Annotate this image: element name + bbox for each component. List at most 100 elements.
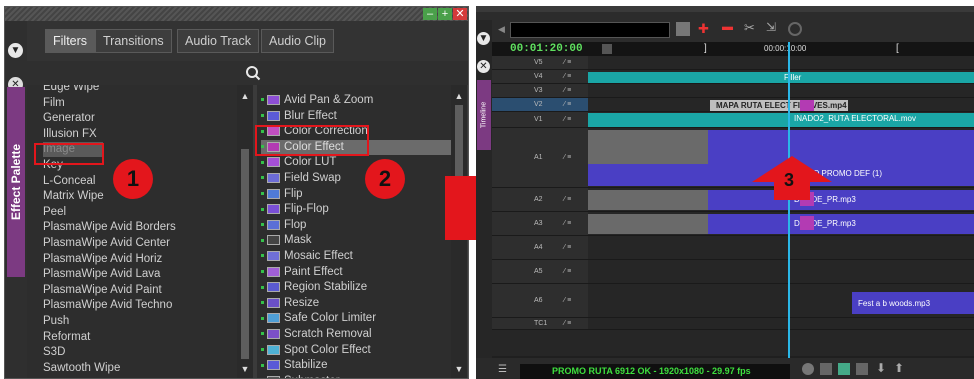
category-item[interactable]: Illusion FX bbox=[43, 127, 97, 142]
track-header[interactable]: TC1 ⁄ ≡ bbox=[492, 318, 588, 329]
track-controls-icon[interactable]: ⁄ ≡ bbox=[564, 195, 571, 205]
track-controls-icon[interactable]: ⁄ ≡ bbox=[564, 243, 571, 253]
scroll-down-icon[interactable]: ▼ bbox=[451, 362, 467, 376]
effect-item[interactable]: Mask bbox=[261, 233, 311, 248]
track-menu-icon[interactable] bbox=[676, 22, 690, 36]
filler-clip[interactable]: Filler bbox=[588, 72, 974, 83]
tab-audio-clip[interactable]: Audio Clip bbox=[261, 29, 334, 53]
category-item[interactable]: Edge Wipe bbox=[43, 85, 99, 95]
category-item[interactable]: Sawtooth Wipe bbox=[43, 361, 120, 376]
effect-item[interactable]: Flip-Flop bbox=[261, 202, 329, 217]
effect-item[interactable]: Submaster bbox=[261, 374, 340, 378]
collapse-icon[interactable]: ▼ bbox=[8, 43, 23, 58]
category-item[interactable]: Reformat bbox=[43, 330, 90, 345]
track-header[interactable]: V1 ⁄ ≡ bbox=[492, 112, 588, 127]
track-controls-icon[interactable]: ⁄ ≡ bbox=[564, 319, 571, 329]
track-controls-icon[interactable]: ⁄ ≡ bbox=[564, 86, 571, 96]
effect-item[interactable]: Mosaic Effect bbox=[261, 249, 353, 264]
effect-item[interactable]: Color LUT bbox=[261, 155, 336, 170]
v2-video-clip[interactable]: MAPA RUTA ELECT FIL - VES.mp4 bbox=[710, 100, 848, 111]
effect-item[interactable]: Scratch Removal bbox=[261, 327, 372, 342]
waveform-block[interactable] bbox=[588, 214, 708, 234]
effect-item[interactable]: Avid Pan & Zoom bbox=[261, 93, 373, 108]
tab-transitions[interactable]: Transitions bbox=[95, 29, 172, 53]
effect-item[interactable]: Blur Effect bbox=[261, 109, 337, 124]
effect-item[interactable]: Spot Color Effect bbox=[261, 343, 371, 358]
timeline-tab[interactable]: Timeline bbox=[477, 80, 491, 150]
collapse-icon[interactable]: ▼ bbox=[477, 32, 490, 45]
track-header[interactable]: A6 ⁄ ≡ bbox=[492, 284, 588, 317]
playhead[interactable] bbox=[788, 42, 790, 358]
audio-icon[interactable] bbox=[838, 363, 850, 375]
track-controls-icon[interactable]: ⁄ ≡ bbox=[564, 296, 571, 306]
close-icon[interactable]: ✕ bbox=[453, 8, 467, 20]
track-controls-icon[interactable]: ⁄ ≡ bbox=[564, 115, 571, 125]
mark-in-icon[interactable]: ✚ bbox=[698, 21, 709, 37]
category-item[interactable]: PlasmaWipe Avid Center bbox=[43, 236, 170, 251]
category-item[interactable]: PlasmaWipe Avid Horiz bbox=[43, 252, 162, 267]
scroll-up-icon[interactable]: ▲ bbox=[237, 89, 253, 103]
track-header[interactable]: A2 ⁄ ≡ bbox=[492, 188, 588, 211]
track-header[interactable]: A5 ⁄ ≡ bbox=[492, 260, 588, 283]
down-arrow-icon[interactable]: ⬇ bbox=[876, 361, 886, 375]
effect-item[interactable]: Safe Color Limiter bbox=[261, 311, 376, 326]
timecode-ruler[interactable]: 00:01:20:00 ] 00:00:10:00 [ bbox=[492, 42, 974, 56]
search-icon[interactable] bbox=[245, 65, 261, 81]
settings-icon[interactable] bbox=[802, 363, 814, 375]
menu-icon[interactable]: ☰ bbox=[498, 364, 507, 375]
track-header[interactable]: A4 ⁄ ≡ bbox=[492, 236, 588, 259]
effect-marker-icon[interactable] bbox=[800, 216, 814, 230]
track-controls-icon[interactable]: ⁄ ≡ bbox=[564, 58, 571, 68]
category-item[interactable]: PlasmaWipe Avid Lava bbox=[43, 267, 160, 282]
ruler-handle[interactable] bbox=[602, 44, 612, 54]
track-controls-icon[interactable]: ⁄ ≡ bbox=[564, 72, 571, 82]
track-header[interactable]: V2 ⁄ ≡ bbox=[492, 98, 588, 111]
category-item[interactable]: Film bbox=[43, 96, 65, 111]
effect-item[interactable]: Flop bbox=[261, 218, 306, 233]
overwrite-icon[interactable]: ⇲ bbox=[766, 20, 776, 34]
category-item[interactable]: Peel bbox=[43, 205, 66, 220]
scroll-thumb[interactable] bbox=[241, 149, 249, 359]
timecode-display-box[interactable] bbox=[510, 22, 670, 38]
track-controls-icon[interactable]: ⁄ ≡ bbox=[564, 100, 571, 110]
effect-item[interactable]: Region Stabilize bbox=[261, 280, 367, 295]
a6-audio-clip[interactable]: Fest a b woods.mp3 bbox=[852, 292, 974, 314]
waveform-block[interactable] bbox=[588, 130, 708, 164]
category-item[interactable]: Generator bbox=[43, 111, 95, 126]
track-controls-icon[interactable]: ⁄ ≡ bbox=[564, 153, 571, 163]
effect-item[interactable]: Stabilize bbox=[261, 358, 327, 373]
track-area[interactable]: V5 ⁄ ≡ V4 ⁄ ≡ V3 ⁄ ≡ V2 ⁄ ≡ V1 ⁄ ≡ A1 ⁄ ≡ A2 ⁄ ≡ A3 ⁄ ≡… bbox=[492, 56, 974, 356]
monitor-icon[interactable] bbox=[820, 363, 832, 375]
track-row[interactable]: TC1 ⁄ ≡ bbox=[492, 318, 974, 330]
v1-video-clip[interactable]: INADO2_RUTA ELECTORAL.mov bbox=[588, 113, 974, 127]
effect-item[interactable]: Field Swap bbox=[261, 171, 341, 186]
effect-marker-icon[interactable] bbox=[800, 100, 814, 111]
track-header[interactable]: V5 ⁄ ≡ bbox=[492, 56, 588, 69]
category-item[interactable]: S3D bbox=[43, 345, 65, 360]
palette-titlebar[interactable] bbox=[5, 7, 468, 21]
category-item[interactable]: PlasmaWipe Avid Paint bbox=[43, 283, 162, 298]
category-item[interactable]: L-Conceal bbox=[43, 174, 95, 189]
lift-icon[interactable]: ▬ bbox=[722, 21, 733, 33]
play-back-icon[interactable]: ◀ bbox=[498, 24, 505, 35]
category-item[interactable]: Push bbox=[43, 314, 69, 329]
effect-item[interactable]: Resize bbox=[261, 296, 319, 311]
track-header[interactable]: V3 ⁄ ≡ bbox=[492, 84, 588, 97]
category-list[interactable]: Edge Wipe Film Generator Illusion FX Image Ke… bbox=[27, 85, 237, 378]
track-row[interactable]: V5 ⁄ ≡ bbox=[492, 56, 974, 70]
waveform-block[interactable] bbox=[588, 190, 708, 210]
scroll-up-icon[interactable]: ▲ bbox=[451, 89, 467, 103]
track-controls-icon[interactable]: ⁄ ≡ bbox=[564, 267, 571, 277]
effect-palette-tab[interactable]: Effect Palette bbox=[7, 87, 25, 277]
tab-filters[interactable]: Filters bbox=[45, 29, 96, 53]
category-item[interactable]: Matrix Wipe bbox=[43, 189, 104, 204]
scroll-down-icon[interactable]: ▼ bbox=[237, 362, 253, 376]
zoom-icon[interactable] bbox=[856, 363, 868, 375]
category-item[interactable]: PlasmaWipe Avid Borders bbox=[43, 220, 176, 235]
category-item[interactable]: PlasmaWipe Avid Techno bbox=[43, 298, 172, 313]
track-row[interactable]: V3 ⁄ ≡ bbox=[492, 84, 974, 98]
category-scrollbar[interactable]: ▲ ▼ bbox=[237, 85, 253, 378]
up-arrow-icon[interactable]: ⬆ bbox=[894, 361, 904, 375]
tab-audio-track[interactable]: Audio Track bbox=[177, 29, 260, 53]
track-header[interactable]: A1 ⁄ ≡ bbox=[492, 128, 588, 187]
